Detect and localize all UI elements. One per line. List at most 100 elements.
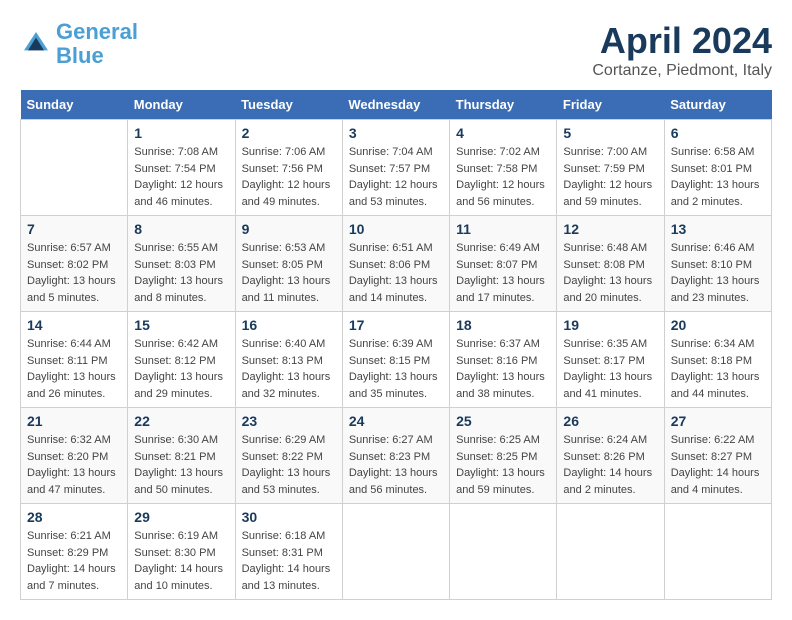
calendar-cell: 11Sunrise: 6:49 AMSunset: 8:07 PMDayligh… xyxy=(450,216,557,312)
day-info-line: Sunrise: 6:30 AM xyxy=(134,432,228,449)
day-info: Sunrise: 6:29 AMSunset: 8:22 PMDaylight:… xyxy=(242,432,336,498)
day-number: 6 xyxy=(671,125,765,141)
day-info-line: Sunrise: 6:42 AM xyxy=(134,336,228,353)
day-info-line: Sunset: 8:18 PM xyxy=(671,353,765,370)
day-info-line: Sunset: 8:02 PM xyxy=(27,257,121,274)
day-info-line: Sunset: 8:03 PM xyxy=(134,257,228,274)
day-info-line: Daylight: 13 hours xyxy=(27,465,121,482)
day-info-line: Daylight: 12 hours xyxy=(563,177,657,194)
day-info-line: Daylight: 13 hours xyxy=(242,369,336,386)
day-info-line: Daylight: 13 hours xyxy=(242,273,336,290)
day-info-line: Sunrise: 6:21 AM xyxy=(27,528,121,545)
day-info-line: Sunset: 7:56 PM xyxy=(242,161,336,178)
day-number: 18 xyxy=(456,317,550,333)
calendar-cell: 9Sunrise: 6:53 AMSunset: 8:05 PMDaylight… xyxy=(235,216,342,312)
calendar-cell: 28Sunrise: 6:21 AMSunset: 8:29 PMDayligh… xyxy=(21,504,128,600)
day-number: 13 xyxy=(671,221,765,237)
calendar-header-row: SundayMondayTuesdayWednesdayThursdayFrid… xyxy=(21,90,772,120)
day-info-line: Sunrise: 7:04 AM xyxy=(349,144,443,161)
day-info-line: Sunrise: 6:58 AM xyxy=(671,144,765,161)
day-info-line: Sunset: 8:25 PM xyxy=(456,449,550,466)
day-info-line: Daylight: 13 hours xyxy=(349,273,443,290)
calendar-cell xyxy=(21,120,128,216)
day-number: 8 xyxy=(134,221,228,237)
day-info: Sunrise: 6:44 AMSunset: 8:11 PMDaylight:… xyxy=(27,336,121,402)
calendar-cell: 14Sunrise: 6:44 AMSunset: 8:11 PMDayligh… xyxy=(21,312,128,408)
day-number: 21 xyxy=(27,413,121,429)
calendar-cell xyxy=(664,504,771,600)
day-info-line: Sunrise: 6:27 AM xyxy=(349,432,443,449)
day-info: Sunrise: 6:53 AMSunset: 8:05 PMDaylight:… xyxy=(242,240,336,306)
calendar-cell: 18Sunrise: 6:37 AMSunset: 8:16 PMDayligh… xyxy=(450,312,557,408)
day-info-line: and 35 minutes. xyxy=(349,386,443,403)
day-info-line: and 20 minutes. xyxy=(563,290,657,307)
day-info: Sunrise: 6:55 AMSunset: 8:03 PMDaylight:… xyxy=(134,240,228,306)
day-info-line: Sunrise: 7:02 AM xyxy=(456,144,550,161)
day-info-line: and 14 minutes. xyxy=(349,290,443,307)
calendar-cell: 17Sunrise: 6:39 AMSunset: 8:15 PMDayligh… xyxy=(342,312,449,408)
calendar-cell: 8 Sunrise: 6:55 AMSunset: 8:03 PMDaylight… xyxy=(128,216,235,312)
weekday-header-friday: Friday xyxy=(557,90,664,120)
day-number: 23 xyxy=(242,413,336,429)
day-info-line: Daylight: 13 hours xyxy=(349,369,443,386)
day-info-line: and 10 minutes. xyxy=(134,578,228,595)
day-info: Sunrise: 7:04 AMSunset: 7:57 PMDaylight:… xyxy=(349,144,443,210)
day-info-line: Sunrise: 7:08 AM xyxy=(134,144,228,161)
day-info-line: Sunrise: 6:49 AM xyxy=(456,240,550,257)
day-info-line: and 38 minutes. xyxy=(456,386,550,403)
day-number: 30 xyxy=(242,509,336,525)
day-info-line: Daylight: 13 hours xyxy=(134,465,228,482)
day-info-line: Sunset: 8:11 PM xyxy=(27,353,121,370)
day-info-line: Daylight: 13 hours xyxy=(456,273,550,290)
day-info-line: and 53 minutes. xyxy=(242,482,336,499)
day-info: Sunrise: 6:21 AMSunset: 8:29 PMDaylight:… xyxy=(27,528,121,594)
day-info-line: and 32 minutes. xyxy=(242,386,336,403)
day-info-line: and 46 minutes. xyxy=(134,194,228,211)
day-info-line: and 50 minutes. xyxy=(134,482,228,499)
day-info-line: Sunrise: 6:55 AM xyxy=(134,240,228,257)
calendar-cell: 21Sunrise: 6:32 AMSunset: 8:20 PMDayligh… xyxy=(21,408,128,504)
day-info-line: Daylight: 13 hours xyxy=(242,465,336,482)
day-info-line: Sunset: 8:21 PM xyxy=(134,449,228,466)
day-info-line: and 8 minutes. xyxy=(134,290,228,307)
calendar-cell: 7Sunrise: 6:57 AMSunset: 8:02 PMDaylight… xyxy=(21,216,128,312)
day-info: Sunrise: 6:19 AMSunset: 8:30 PMDaylight:… xyxy=(134,528,228,594)
day-info-line: Daylight: 13 hours xyxy=(134,273,228,290)
calendar-cell: 13 Sunrise: 6:46 AMSunset: 8:10 PMDayligh… xyxy=(664,216,771,312)
logo-line2: Blue xyxy=(56,43,104,68)
day-info: Sunrise: 6:30 AMSunset: 8:21 PMDaylight:… xyxy=(134,432,228,498)
day-info-line: and 17 minutes. xyxy=(456,290,550,307)
page-header: General Blue April 2024 Cortanze, Piedmo… xyxy=(20,20,772,80)
day-info: Sunrise: 6:57 AMSunset: 8:02 PMDaylight:… xyxy=(27,240,121,306)
day-info: Sunrise: 7:02 AMSunset: 7:58 PMDaylight:… xyxy=(456,144,550,210)
day-info: Sunrise: 6:35 AMSunset: 8:17 PMDaylight:… xyxy=(563,336,657,402)
day-info-line: Daylight: 13 hours xyxy=(671,369,765,386)
day-info: Sunrise: 6:39 AMSunset: 8:15 PMDaylight:… xyxy=(349,336,443,402)
day-info-line: Sunrise: 6:22 AM xyxy=(671,432,765,449)
day-number: 26 xyxy=(563,413,657,429)
day-info-line: Sunrise: 6:35 AM xyxy=(563,336,657,353)
day-info-line: and 4 minutes. xyxy=(671,482,765,499)
calendar-cell: 15Sunrise: 6:42 AMSunset: 8:12 PMDayligh… xyxy=(128,312,235,408)
logo-line1: General xyxy=(56,19,138,44)
day-number: 15 xyxy=(134,317,228,333)
day-info-line: Sunset: 8:17 PM xyxy=(563,353,657,370)
day-info-line: Daylight: 14 hours xyxy=(563,465,657,482)
day-info-line: and 7 minutes. xyxy=(27,578,121,595)
day-info-line: Sunset: 8:13 PM xyxy=(242,353,336,370)
day-info-line: Sunrise: 6:48 AM xyxy=(563,240,657,257)
day-number: 10 xyxy=(349,221,443,237)
calendar-cell: 6Sunrise: 6:58 AMSunset: 8:01 PMDaylight… xyxy=(664,120,771,216)
calendar-cell: 25Sunrise: 6:25 AMSunset: 8:25 PMDayligh… xyxy=(450,408,557,504)
day-info-line: and 56 minutes. xyxy=(456,194,550,211)
day-info-line: and 5 minutes. xyxy=(27,290,121,307)
day-info-line: Sunset: 8:20 PM xyxy=(27,449,121,466)
weekday-header-monday: Monday xyxy=(128,90,235,120)
day-info-line: and 41 minutes. xyxy=(563,386,657,403)
day-info: Sunrise: 7:06 AMSunset: 7:56 PMDaylight:… xyxy=(242,144,336,210)
calendar-cell: 2Sunrise: 7:06 AMSunset: 7:56 PMDaylight… xyxy=(235,120,342,216)
logo-icon xyxy=(20,28,52,60)
day-info: Sunrise: 6:46 AMSunset: 8:10 PMDaylight:… xyxy=(671,240,765,306)
day-info-line: Sunrise: 7:00 AM xyxy=(563,144,657,161)
calendar-week-row: 14Sunrise: 6:44 AMSunset: 8:11 PMDayligh… xyxy=(21,312,772,408)
